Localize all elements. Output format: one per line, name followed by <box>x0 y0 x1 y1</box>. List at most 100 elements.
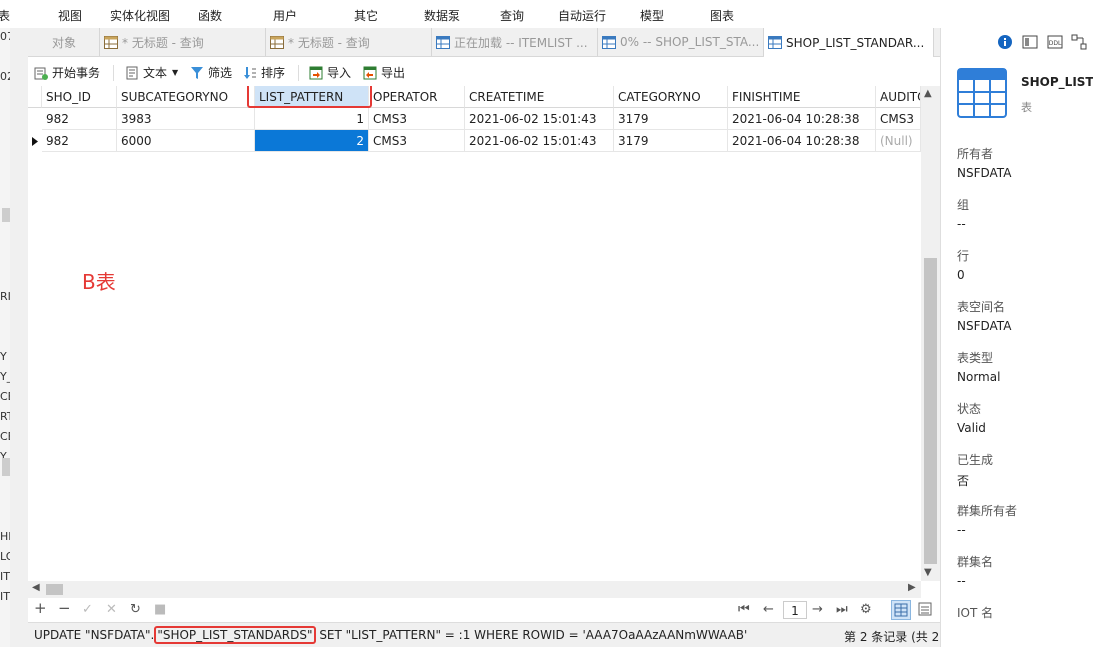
column-header[interactable]: CATEGORYNO <box>614 86 728 108</box>
ddl-icon[interactable]: DDL <box>1047 34 1063 50</box>
prop-key: 群集所有者 <box>957 504 1018 518</box>
row-marker[interactable] <box>28 108 42 130</box>
column-header[interactable]: OPERATOR <box>369 86 465 108</box>
scroll-right-icon[interactable]: ▶ <box>908 582 916 593</box>
table-cell[interactable]: 982 <box>42 108 117 130</box>
menu-user[interactable]: 用户 <box>273 7 297 24</box>
column-header-selected[interactable]: LIST_PATTERN <box>255 86 369 108</box>
prop-value: 0 <box>957 268 965 282</box>
grid-view-button[interactable] <box>891 600 911 620</box>
horizontal-scroll-thumb[interactable] <box>46 584 63 595</box>
begin-transaction-button[interactable]: 开始事务 <box>34 64 100 81</box>
horizontal-scrollbar[interactable]: ◀ ▶ <box>28 581 921 598</box>
menu-automation[interactable]: 自动运行 <box>558 7 606 24</box>
scroll-up-icon[interactable]: ▲ <box>924 88 932 99</box>
table-cell[interactable]: 3179 <box>614 108 728 130</box>
menu-query[interactable]: 查询 <box>500 7 524 24</box>
dependency-icon[interactable] <box>1071 34 1087 50</box>
page-number-input[interactable]: 1 <box>783 601 807 619</box>
menu-bar: 表 视图 实体化视图 函数 用户 其它 数据泵 查询 自动运行 模型 图表 <box>0 0 1093 28</box>
stop-icon[interactable]: ■ <box>154 602 166 617</box>
refresh-icon[interactable]: ↻ <box>130 602 141 617</box>
menu-data-pump[interactable]: 数据泵 <box>424 7 460 24</box>
tree-scroll-thumb[interactable] <box>2 458 10 476</box>
table-cell[interactable]: 2021-06-04 10:28:38 <box>728 108 876 130</box>
current-row-marker[interactable] <box>28 130 42 152</box>
column-header[interactable]: AUDITO <box>876 86 921 108</box>
table-cell[interactable]: 3983 <box>117 108 255 130</box>
menu-table[interactable]: 表 <box>0 7 10 24</box>
first-page-icon[interactable]: ⏮ <box>738 602 750 617</box>
record-nav-bar: + − ✓ ✕ ↻ ■ ⏮ ← 1 → ⏭ ⚙ <box>28 598 940 622</box>
add-record-icon[interactable]: + <box>34 599 47 617</box>
left-splitter[interactable] <box>10 28 28 647</box>
table-cell[interactable]: 6000 <box>117 130 255 152</box>
column-header[interactable]: CREATETIME <box>465 86 614 108</box>
tab-shop-list-standards[interactable]: SHOP_LIST_STANDAR... <box>764 28 934 57</box>
tab-untitled-query-1[interactable]: * 无标题 - 查询 <box>100 28 266 56</box>
object-type: 表 <box>1021 101 1032 114</box>
chevron-down-icon: ▼ <box>172 68 179 77</box>
scroll-left-icon[interactable]: ◀ <box>32 582 40 593</box>
table-cell[interactable]: 982 <box>42 130 117 152</box>
form-view-button[interactable] <box>916 600 936 620</box>
filter-button[interactable]: 筛选 <box>190 64 232 81</box>
menu-function[interactable]: 函数 <box>198 7 222 24</box>
table-cell[interactable]: 2021-06-02 15:01:43 <box>465 130 614 152</box>
settings-gear-icon[interactable]: ⚙ <box>860 602 872 617</box>
vertical-scrollbar[interactable]: ▲ ▼ <box>921 86 940 581</box>
tab-itemlist[interactable]: 正在加载 -- ITEMLIST ... <box>432 28 598 56</box>
tree-item[interactable]: IT <box>0 570 10 583</box>
tab-untitled-query-2[interactable]: * 无标题 - 查询 <box>266 28 432 56</box>
query-icon <box>270 35 284 49</box>
prop-key: IOT 名 <box>957 606 994 620</box>
table-cell[interactable]: CMS3 <box>369 130 465 152</box>
info-icon[interactable] <box>997 34 1013 50</box>
menu-chart[interactable]: 图表 <box>710 7 734 24</box>
menu-model[interactable]: 模型 <box>640 7 664 24</box>
table-cell[interactable]: 3179 <box>614 130 728 152</box>
table-cell[interactable]: 2021-06-04 10:28:38 <box>728 130 876 152</box>
last-page-icon[interactable]: ⏭ <box>836 602 848 617</box>
table-cell-null[interactable]: (Null) <box>876 130 921 152</box>
tab-objects[interactable]: 对象 <box>28 28 100 56</box>
filter-icon <box>191 66 203 79</box>
data-grid[interactable]: SHO_ID SUBCATEGORYNO LIST_PATTERN OPERAT… <box>28 86 921 581</box>
tab-shop-list-loading[interactable]: 0% -- SHOP_LIST_STA... <box>598 28 764 56</box>
column-header[interactable]: SHO_ID <box>42 86 117 108</box>
table-icon <box>436 35 450 49</box>
next-page-icon[interactable]: → <box>812 602 823 617</box>
table-cell[interactable]: 1 <box>255 108 369 130</box>
menu-other[interactable]: 其它 <box>354 7 378 24</box>
column-header[interactable]: SUBCATEGORYNO <box>117 86 255 108</box>
transaction-icon <box>34 67 48 80</box>
tree-item[interactable]: IT <box>0 590 10 603</box>
menu-view[interactable]: 视图 <box>58 7 82 24</box>
prop-value: NSFDATA <box>957 319 1012 333</box>
tree-item[interactable]: Y <box>0 350 7 363</box>
prop-key: 已生成 <box>957 453 994 467</box>
preview-icon[interactable] <box>1022 34 1038 50</box>
table-cell[interactable]: CMS3 <box>876 108 921 130</box>
apply-changes-icon[interactable]: ✓ <box>82 602 93 617</box>
column-header[interactable]: FINISHTIME <box>728 86 876 108</box>
vertical-scroll-thumb[interactable] <box>924 258 937 564</box>
prop-key: 群集名 <box>957 555 994 569</box>
sql-prefix: UPDATE "NSFDATA". <box>34 628 155 642</box>
table-cell[interactable]: 2021-06-02 15:01:43 <box>465 108 614 130</box>
import-button[interactable]: 导入 <box>309 64 351 81</box>
text-button[interactable]: 文本 ▼ <box>125 64 178 81</box>
tab-label: 对象 <box>52 35 77 50</box>
tree-scroll-thumb[interactable] <box>2 208 10 222</box>
discard-changes-icon[interactable]: ✕ <box>106 602 117 617</box>
prop-value: 否 <box>957 474 970 488</box>
focused-cell[interactable]: 2 <box>255 130 369 152</box>
scroll-down-icon[interactable]: ▼ <box>924 567 932 578</box>
sort-button[interactable]: 排序 <box>243 64 285 81</box>
previous-page-icon[interactable]: ← <box>763 602 774 617</box>
menu-materialized-view[interactable]: 实体化视图 <box>110 7 170 24</box>
export-button[interactable]: 导出 <box>363 64 405 81</box>
table-cell[interactable]: CMS3 <box>369 108 465 130</box>
svg-text:DDL: DDL <box>1049 40 1062 47</box>
delete-record-icon[interactable]: − <box>58 599 71 617</box>
